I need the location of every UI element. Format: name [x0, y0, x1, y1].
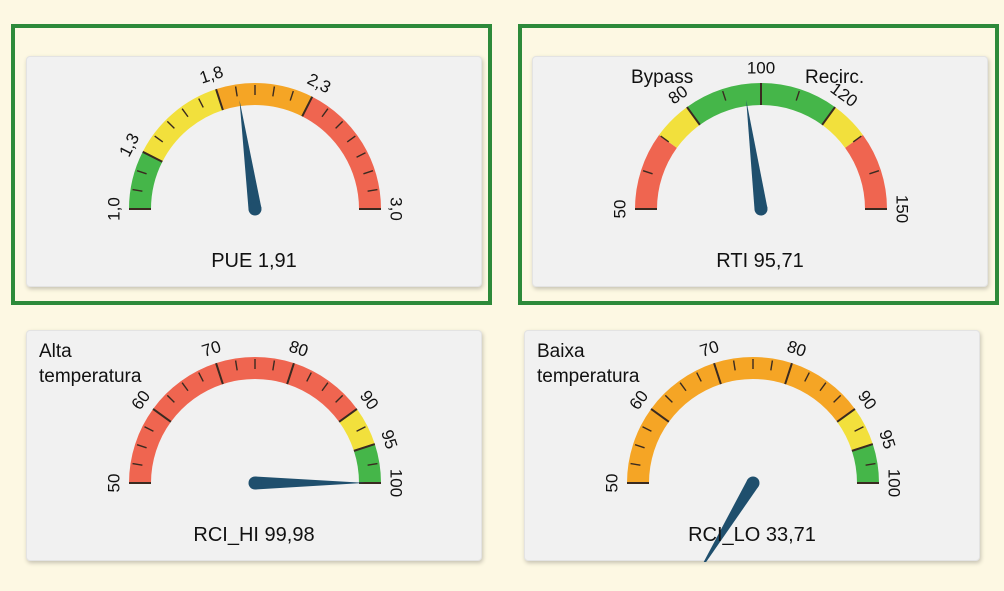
gauge-card-rci-lo: 50 60 70 80 90 95 100 Baixa temperatura RCI_LO…: [524, 330, 980, 562]
gauge-tick-label: 100: [747, 58, 775, 77]
gauge-tick-label: 100: [387, 469, 406, 497]
gauge-needle-hub: [746, 476, 760, 490]
corner-label-baixa-temperatura: Baixa temperatura: [537, 341, 640, 387]
gauge-band-orange: [216, 83, 313, 117]
gauge-tick-label: 60: [128, 387, 154, 413]
gauge-tick-label: 1,8: [197, 62, 225, 87]
gauge-tick-label: 1,0: [104, 197, 123, 221]
gauge-band-red: [635, 134, 677, 209]
gauge-tick-label: 1,3: [116, 130, 144, 160]
gauge-value-label: RCI_LO 33,71: [688, 524, 816, 546]
gauge-card-rti: 50 80 100 120 150 Bypass Recirc. RTI 95,71: [532, 56, 988, 287]
gauge-tick-label: 80: [287, 337, 311, 361]
gauge-needle: [746, 99, 768, 210]
gauge-tick-label: 60: [626, 387, 652, 413]
gauge-card-pue: 1,0 1,3 1,8 2,3 3,0 PUE 1,91: [26, 56, 482, 287]
gauge-tick-label: 90: [356, 387, 382, 413]
gauge-tick-label: 100: [885, 469, 904, 497]
corner-label-alta-temperatura: Alta temperatura: [39, 341, 142, 387]
corner-label-recirc: Recirc.: [805, 67, 865, 88]
gauge-tick-label: 90: [854, 387, 880, 413]
gauge-tick-label: 80: [785, 337, 809, 361]
gauge-value-label: RTI 95,71: [716, 250, 804, 272]
gauge-value-label: RCI_HI 99,98: [193, 524, 315, 546]
gauge-tick-label: 3,0: [387, 197, 406, 221]
gauge-tick-label: 95: [377, 427, 401, 451]
corner-label-bypass: Bypass: [631, 67, 694, 88]
gauge-band-red: [302, 96, 381, 209]
gauge-band-orange: [627, 357, 855, 483]
gauge-card-rci-hi: 50 60 70 80 90 95 100 Alta temperatura RCI_HI …: [26, 330, 482, 561]
gauge-band-red: [845, 134, 887, 209]
gauge-tick-label: 50: [104, 474, 123, 493]
gauge-tick-label: 70: [697, 337, 721, 361]
gauge-tick-label: 2,3: [304, 70, 334, 98]
gauge-needle-hub: [248, 202, 262, 216]
gauge-needle: [239, 100, 262, 210]
gauge-needle-hub: [248, 476, 262, 490]
gauge-value-label: PUE 1,91: [211, 250, 297, 272]
gauge-tick-label: 50: [602, 474, 621, 493]
gauge-band-yellow: [142, 89, 223, 162]
gauge-tick-label: 70: [199, 337, 223, 361]
gauge-tick-label: 50: [610, 200, 629, 219]
gauge-needle: [254, 476, 365, 490]
gauge-needle: [703, 479, 759, 562]
gauge-tick-label: 150: [893, 195, 912, 223]
gauge-needle-hub: [754, 202, 768, 216]
gauge-tick-label: 95: [875, 427, 899, 451]
gauge-band-green: [129, 151, 163, 209]
gauge-band-red: [129, 357, 357, 483]
